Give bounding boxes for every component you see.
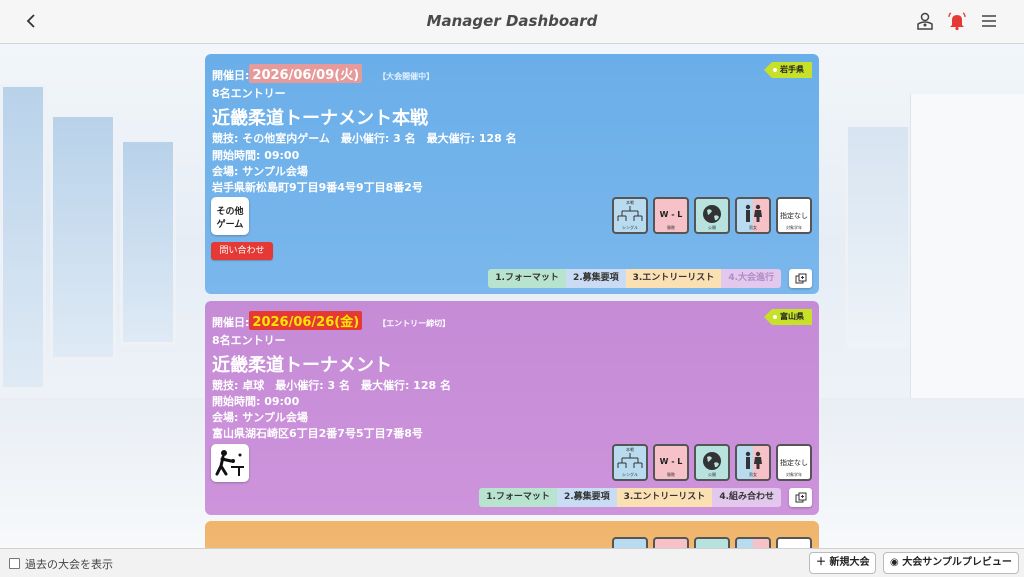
step-entry-list[interactable]: 3.エントリーリスト [616,488,713,507]
start-time: 開始時間: 09:00 [212,149,300,162]
step-format[interactable]: 1.フォーマット [488,269,566,288]
eye-icon: ◉ [890,557,903,568]
badge-text: W - L [659,210,683,219]
copy-button[interactable] [789,269,812,288]
step-requirements[interactable]: 2.募集要項 [556,488,617,507]
competition-details: 競技: 卓球 最小催行: 3 名 最大催行: 128 名 [212,379,451,392]
step-tabs: 1.フォーマット 2.募集要項 3.エントリーリスト 4.大会進行 [488,269,781,288]
tournament-bracket-icon: 本戦 シングル [612,197,648,234]
badge-caption: 男女 [749,472,757,477]
step-entry-list[interactable]: 3.エントリーリスト [625,269,722,288]
none-icon: 指定なし 対象学年 [776,444,812,481]
date-row: 開催日: 2026/06/26(金) 【エントリー締切】 [212,311,450,330]
show-past-checkbox[interactable] [9,558,20,569]
step-matching[interactable]: 4.組み合わせ [712,488,781,507]
none-icon: 指定なし 対象学年 [776,197,812,234]
plus-icon: ＋ [816,557,830,568]
new-tournament-label: 新規大会 [829,557,870,568]
bell-icon[interactable] [947,11,967,31]
copy-icon [795,492,806,503]
top-bar: Manager Dashboard [0,0,1024,44]
tournament-name[interactable]: 近畿柔道トーナメント本戦 [212,104,428,130]
sample-preview-button[interactable]: ◉ 大会サンプルプレビュー [883,552,1019,574]
status-label: 【エントリー締切】 [378,319,451,328]
tournament-date: 2026/06/26(金) [249,311,363,330]
badge-caption: 公開 [708,225,716,230]
globe-icon: 公開 [694,197,730,234]
tournament-date: 2026/06/09(火) [249,64,363,83]
prefecture-tag: 岩手県 [764,62,812,78]
badge-caption: シングル [622,472,638,477]
badge-caption: 勝敗 [667,225,675,230]
page-title: Manager Dashboard [426,12,598,30]
address: 富山県湖石崎区6丁目2番7号5丁目7番8号 [212,427,423,440]
win-loss-icon: W - L 勝敗 [653,197,689,234]
tournament-card[interactable]: 開催日: 2026/06/09(火) 【大会開催中】 岩手県 8名エントリー 近畿柔… [205,54,819,294]
entry-count: 8名エントリー [212,87,286,100]
badge-caption: 対象学年 [786,472,802,477]
tournament-bracket-icon: 本戦 シングル [612,444,648,481]
badge-caption: 勝敗 [667,472,675,477]
bottom-bar: 過去の大会を表示 ＋ 新規大会 ◉ 大会サンプルプレビュー [0,548,1024,577]
attribute-badges: 本戦 シングル W - L 勝敗 公開 男女 指定なし 対象学年 [612,444,812,481]
gender-icon: 男女 [735,197,771,234]
new-tournament-button[interactable]: ＋ 新規大会 [809,552,877,574]
venue: 会場: サンプル会場 [212,165,308,178]
step-progress[interactable]: 4.大会進行 [721,269,781,288]
globe-icon: 公開 [694,444,730,481]
game-type-icon: その他 ゲーム [211,197,249,235]
table-tennis-icon [211,444,249,482]
game-type-line2: ゲーム [216,220,244,230]
competition-details: 競技: その他室内ゲーム 最小催行: 3 名 最大催行: 128 名 [212,132,517,145]
win-loss-icon: W - L 勝敗 [653,444,689,481]
tournament-name[interactable]: 近畿柔道トーナメント [212,351,392,377]
date-row: 開催日: 2026/06/09(火) 【大会開催中】 [212,64,434,83]
entry-count: 8名エントリー [212,334,286,347]
step-tabs: 1.フォーマット 2.募集要項 3.エントリーリスト 4.組み合わせ [479,488,781,507]
show-past-label[interactable]: 過去の大会を表示 [25,556,113,572]
badge-text: 指定なし [780,212,808,220]
badge-caption: 公開 [708,472,716,477]
tournament-card[interactable]: 開催日: 2026/06/26(金) 【エントリー締切】 富山県 8名エントリー 近… [205,301,819,515]
step-format[interactable]: 1.フォーマット [479,488,557,507]
badge-caption: 対象学年 [786,225,802,230]
menu-icon[interactable] [979,11,999,31]
prefecture-tag: 富山県 [764,309,812,325]
badge-caption: 男女 [749,225,757,230]
address: 岩手県新松島町9丁目9番4号9丁目8番2号 [212,181,423,194]
date-label: 開催日: [212,69,250,82]
status-label: 【大会開催中】 [378,72,435,81]
start-time: 開始時間: 09:00 [212,395,300,408]
attribute-badges: 本戦 シングル W - L 勝敗 公開 男女 指定なし 対象学年 [612,197,812,234]
inquiry-button[interactable]: 問い合わせ [211,242,273,260]
sample-preview-label: 大会サンプルプレビュー [902,557,1012,568]
date-label: 開催日: [212,316,250,329]
step-requirements[interactable]: 2.募集要項 [565,269,626,288]
user-badge-icon[interactable] [915,11,935,31]
venue: 会場: サンプル会場 [212,411,308,424]
copy-button[interactable] [789,488,812,507]
badge-caption: シングル [622,225,638,230]
gender-icon: 男女 [735,444,771,481]
badge-text: W - L [659,457,683,466]
badge-text: 指定なし [780,459,808,467]
copy-icon [795,273,806,284]
game-type-line1: その他 [216,207,244,217]
